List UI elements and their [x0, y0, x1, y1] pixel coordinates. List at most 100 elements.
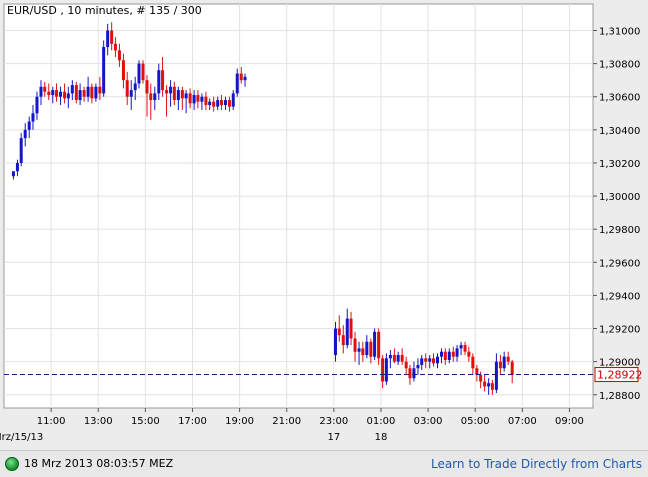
candle-body — [172, 86, 176, 101]
candle-body — [145, 80, 149, 94]
candle-body — [86, 86, 90, 97]
candle-body — [416, 364, 420, 369]
candle-body — [192, 95, 196, 104]
candle-body — [487, 383, 491, 387]
candle-body — [78, 90, 82, 101]
candle-body — [43, 86, 47, 92]
candle-body — [341, 335, 345, 346]
candle-body — [471, 356, 475, 369]
y-tick-label: 1,30400 — [599, 126, 640, 137]
price-chart: 1,31000 1,30800 1,30600 1,30400 1,30200 1,300… — [0, 3, 643, 443]
candle-body — [82, 90, 86, 97]
candle-body — [157, 70, 161, 94]
candle-body — [129, 90, 133, 97]
x-tick-label: 05:00 — [461, 416, 490, 427]
candle-body — [431, 358, 435, 364]
candle-body — [47, 91, 51, 96]
candle-body — [436, 356, 440, 364]
footer-bar: 18 Mrz 2013 08:03:57 MEZ Learn to Trade … — [0, 450, 648, 477]
candle-body — [440, 351, 444, 357]
candle-body — [365, 341, 369, 356]
candle-body — [490, 383, 494, 390]
candle-body — [479, 374, 483, 382]
candle-body — [381, 358, 385, 382]
x-tick-label: 17:00 — [178, 416, 207, 427]
chart-plot-area — [3, 3, 594, 409]
candle-body — [243, 76, 247, 81]
candle-body — [117, 50, 121, 61]
x-tick-label: 21:00 — [272, 416, 301, 427]
candle-body — [94, 86, 98, 99]
timestamp-label: 18 Mrz 2013 08:03:57 MEZ — [24, 457, 174, 470]
candle-body — [502, 356, 506, 369]
x-tick-label: 11:00 — [37, 416, 66, 427]
candle-body — [404, 361, 408, 369]
candle-body — [188, 93, 192, 104]
candle-body — [208, 101, 212, 105]
candle-body — [106, 30, 110, 48]
candle-body — [141, 63, 145, 81]
y-tick-label: 1,28800 — [599, 391, 640, 402]
candle-body — [408, 368, 412, 379]
candle-body — [239, 73, 243, 81]
y-tick-label: 1,29200 — [599, 325, 640, 336]
candle-body — [90, 86, 94, 99]
candle-body — [231, 93, 235, 107]
candle-body — [133, 83, 137, 91]
y-tick-label: 1,30600 — [599, 93, 640, 104]
candle-body — [235, 73, 239, 94]
candle-body — [396, 355, 400, 362]
candle-body — [447, 351, 451, 360]
candle-body — [455, 348, 459, 357]
candle-body — [15, 162, 19, 172]
learn-to-trade-link[interactable]: Learn to Trade Directly from Charts — [431, 457, 642, 471]
candle-body — [180, 90, 184, 99]
candle-body — [19, 138, 23, 163]
x-tick-label: 23:00 — [319, 416, 348, 427]
candle-body — [337, 328, 341, 336]
x-axis: 11:00 13:00 15:00 17:00 19:00 21:00 23:00 01:00… — [0, 408, 584, 443]
x-tick-label: 13:00 — [84, 416, 113, 427]
candle-body — [23, 129, 27, 139]
candle-body — [494, 361, 498, 390]
candle-body — [121, 60, 125, 81]
candle-body — [373, 331, 377, 357]
current-price-box: 1,28922 — [594, 367, 643, 383]
candle-body — [498, 361, 502, 369]
candle-body — [400, 355, 404, 362]
x-tick-label: 15:00 — [131, 416, 160, 427]
date-label: 18 — [375, 432, 388, 443]
candle-body — [184, 93, 188, 99]
candle-body — [384, 358, 388, 382]
candle-body — [169, 86, 173, 94]
candle-body — [428, 358, 432, 362]
x-tick-label: 07:00 — [508, 416, 537, 427]
candle-body — [345, 318, 349, 346]
x-tick-label: 03:00 — [414, 416, 443, 427]
y-tick-label: 1,30000 — [599, 192, 640, 203]
candle-body — [223, 100, 227, 105]
connection-status-icon — [5, 457, 19, 471]
date-label: 17 — [327, 432, 340, 443]
y-tick-label: 1,31000 — [599, 26, 640, 37]
candle-body — [424, 358, 428, 362]
y-axis: 1,31000 1,30800 1,30600 1,30400 1,30200 1,300… — [593, 26, 640, 402]
candle-body — [369, 341, 373, 357]
candle-body — [392, 355, 396, 362]
candle-body — [137, 63, 141, 84]
candle-body — [216, 100, 220, 107]
candle-body — [153, 93, 157, 101]
y-tick-label: 1,29600 — [599, 258, 640, 269]
candle-body — [227, 100, 231, 107]
candle-body — [357, 348, 361, 352]
y-tick-label: 1,29000 — [599, 358, 640, 369]
candle-body — [353, 338, 357, 352]
candle-body — [39, 86, 43, 97]
candle-body — [11, 171, 15, 177]
x-tick-label: 01:00 — [367, 416, 396, 427]
candle-body — [176, 90, 180, 101]
candle-body — [31, 113, 35, 122]
candle-body — [463, 345, 467, 352]
x-tick-label: 09:00 — [555, 416, 584, 427]
candle-body — [443, 351, 447, 360]
